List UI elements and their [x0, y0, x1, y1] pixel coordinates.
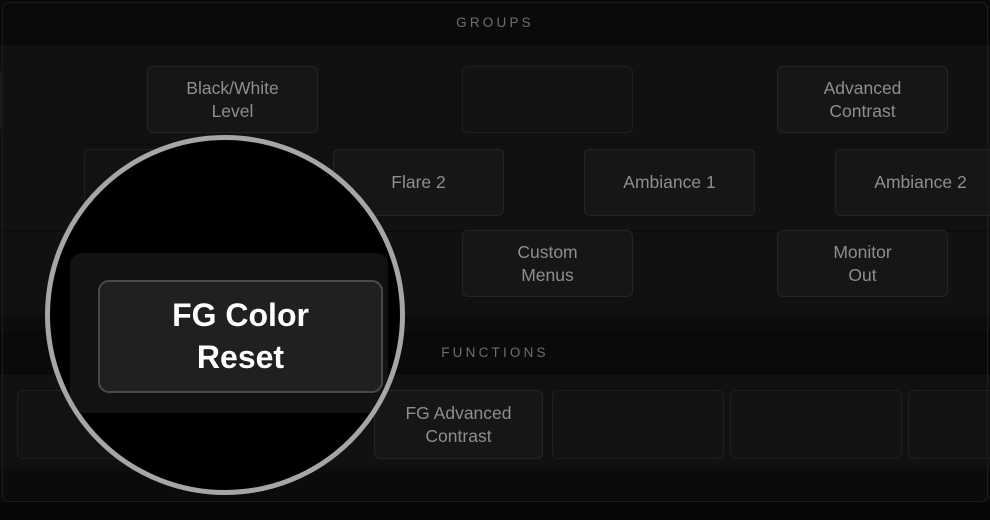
app-screen: GROUPS Black/White Level Advanced Contra… — [0, 0, 990, 520]
magnified-button-fg-color-reset[interactable]: FG Color Reset — [98, 280, 383, 393]
functions-section-title: FUNCTIONS — [441, 345, 549, 360]
function-button-c2[interactable] — [552, 390, 724, 459]
group-button-r1c0[interactable] — [0, 66, 1, 133]
function-button-c3[interactable] — [730, 390, 902, 459]
group-button-advanced-contrast[interactable]: Advanced Contrast — [777, 66, 948, 133]
groups-section-header: GROUPS — [0, 0, 990, 45]
magnifier-loupe: FG Color Reset — [45, 135, 405, 495]
group-button-ambiance-2[interactable]: Ambiance 2 — [835, 149, 990, 216]
group-button-monitor-out[interactable]: Monitor Out — [777, 230, 948, 297]
groups-section-title: GROUPS — [456, 15, 534, 30]
function-button-c4[interactable] — [908, 390, 990, 459]
group-button-ambiance-1[interactable]: Ambiance 1 — [584, 149, 755, 216]
group-button-custom-menus[interactable]: Custom Menus — [462, 230, 633, 297]
magnifier-content: FG Color Reset — [50, 140, 405, 495]
group-button-black-white-level[interactable]: Black/White Level — [147, 66, 318, 133]
group-button-r1c2[interactable] — [462, 66, 633, 133]
